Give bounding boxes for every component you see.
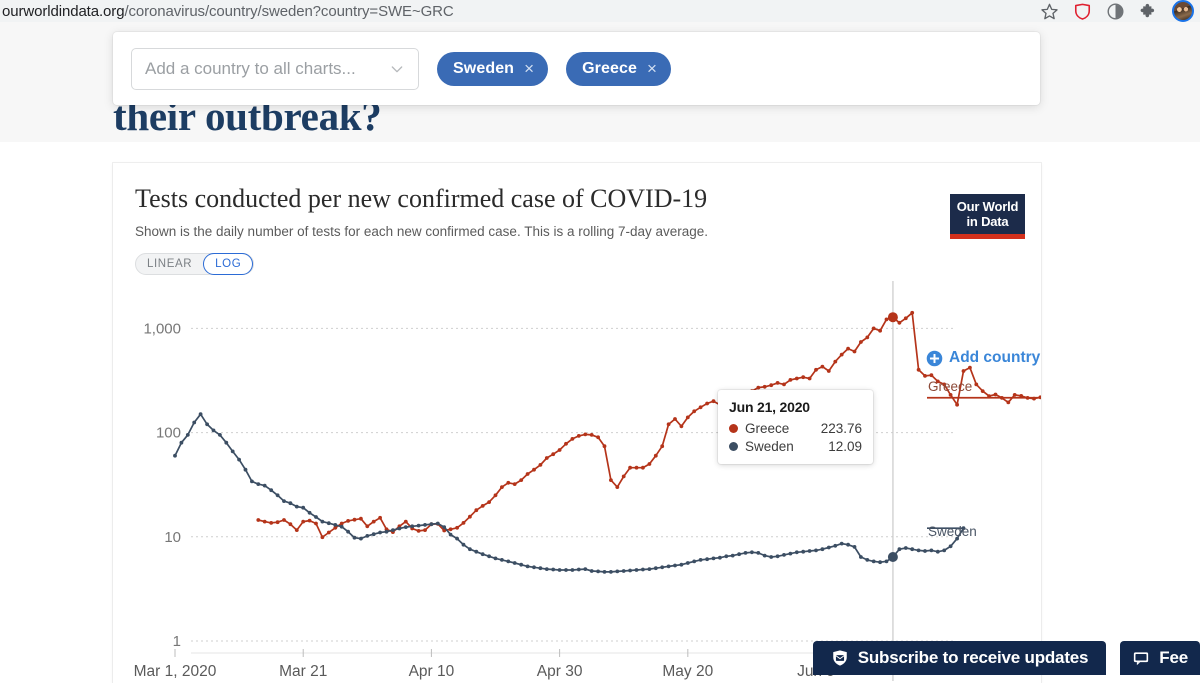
country-pill-label: Greece: [582, 59, 637, 77]
chart-svg: 1,000 100 10 1 Mar 1, 2020 Mar 21 Apr 10 Apr 30…: [134, 281, 1041, 681]
y-axis-tick-label: 10: [164, 529, 181, 546]
owid-logo-box: Our World in Data: [950, 194, 1025, 234]
address-bar[interactable]: ourworldindata.org/coronavirus/country/s…: [0, 0, 1040, 22]
feedback-label: Fee: [1159, 648, 1188, 667]
extensions-puzzle-icon[interactable]: [1139, 2, 1158, 21]
subscribe-button[interactable]: Subscribe to receive updates: [812, 641, 1107, 675]
country-selector-panel: Add a country to all charts... Sweden × …: [113, 32, 1040, 105]
url-host: ourworldindata.org: [2, 2, 125, 20]
chart-tooltip: Jun 21, 2020 Greece 223.76 Sweden 12.09: [718, 390, 873, 464]
owid-logo-line1: Our World: [956, 199, 1019, 214]
tooltip-series-value: 223.76: [820, 421, 862, 436]
scale-option-log[interactable]: LOG: [203, 253, 254, 275]
owid-logo-line2: in Data: [966, 214, 1009, 229]
y-axis-tick-label: 1: [173, 633, 181, 650]
owid-logo[interactable]: Our World in Data: [950, 194, 1025, 239]
add-country-label: Add country: [949, 349, 1041, 366]
add-country-placeholder: Add a country to all charts...: [145, 58, 356, 78]
profile-avatar[interactable]: [1172, 0, 1194, 22]
country-pill-greece[interactable]: Greece ×: [566, 51, 671, 86]
tooltip-row-greece: Greece 223.76: [729, 421, 862, 436]
close-icon[interactable]: ×: [647, 60, 657, 77]
country-pill-sweden[interactable]: Sweden ×: [437, 51, 549, 86]
y-axis-tick-label: 1,000: [143, 320, 181, 337]
plus-circle-icon: [926, 350, 943, 366]
chart-title: Tests conducted per new confirmed case o…: [135, 184, 708, 213]
series-label-sweden[interactable]: Sweden: [928, 524, 977, 539]
bookmark-star-icon[interactable]: [1040, 2, 1059, 21]
x-axis-tick-label: Apr 10: [409, 663, 455, 680]
y-axis-tick-label: 100: [156, 425, 181, 442]
page-content: their outbreak? Add a country to all cha…: [0, 22, 1200, 683]
series-dot-icon: [729, 424, 738, 433]
add-country-select[interactable]: Add a country to all charts...: [131, 47, 419, 90]
chart-plot-area[interactable]: 1,000 100 10 1 Mar 1, 2020 Mar 21 Apr 10 Apr 30…: [113, 281, 1041, 683]
tooltip-series-value: 12.09: [828, 439, 862, 454]
scale-toggle: LINEAR LOG: [135, 253, 255, 275]
series-label-greece[interactable]: Greece: [928, 379, 972, 394]
browser-toolbar: ourworldindata.org/coronavirus/country/s…: [0, 0, 1200, 22]
chevron-down-icon: [391, 65, 403, 72]
x-axis-tick-label: Mar 1, 2020: [134, 663, 217, 680]
speech-bubble-icon: [1134, 652, 1149, 666]
x-axis-tick-label: Mar 21: [279, 663, 327, 680]
series-greece[interactable]: [256, 310, 1041, 540]
subscribe-label: Subscribe to receive updates: [857, 648, 1089, 667]
highlight-point: [887, 552, 898, 562]
x-axis-tick-label: Apr 30: [537, 663, 583, 680]
chart-card: Tests conducted per new confirmed case o…: [113, 163, 1041, 683]
x-axis-tick-label: May 20: [662, 663, 713, 680]
scale-option-linear[interactable]: LINEAR: [136, 254, 203, 274]
close-icon[interactable]: ×: [524, 60, 534, 77]
envelope-badge-icon: [832, 650, 847, 666]
series-dot-icon: [729, 442, 738, 451]
tooltip-series-name: Sweden: [745, 439, 794, 454]
feedback-button[interactable]: Fee: [1120, 641, 1200, 675]
browser-action-icons: [1040, 0, 1200, 22]
url-path: /coronavirus/country/sweden?country=SWE~…: [124, 2, 454, 20]
brave-rewards-icon[interactable]: [1106, 2, 1125, 21]
country-pill-label: Sweden: [453, 59, 515, 77]
tooltip-series-name: Greece: [745, 421, 790, 436]
highlight-point: [887, 312, 898, 323]
shield-icon[interactable]: [1073, 2, 1092, 21]
tooltip-row-sweden: Sweden 12.09: [729, 439, 862, 454]
add-country-button[interactable]: Add country: [926, 349, 1040, 367]
tooltip-date: Jun 21, 2020: [729, 399, 810, 415]
chart-subtitle: Shown is the daily number of tests for e…: [135, 224, 709, 239]
owid-logo-rule: [950, 234, 1025, 239]
